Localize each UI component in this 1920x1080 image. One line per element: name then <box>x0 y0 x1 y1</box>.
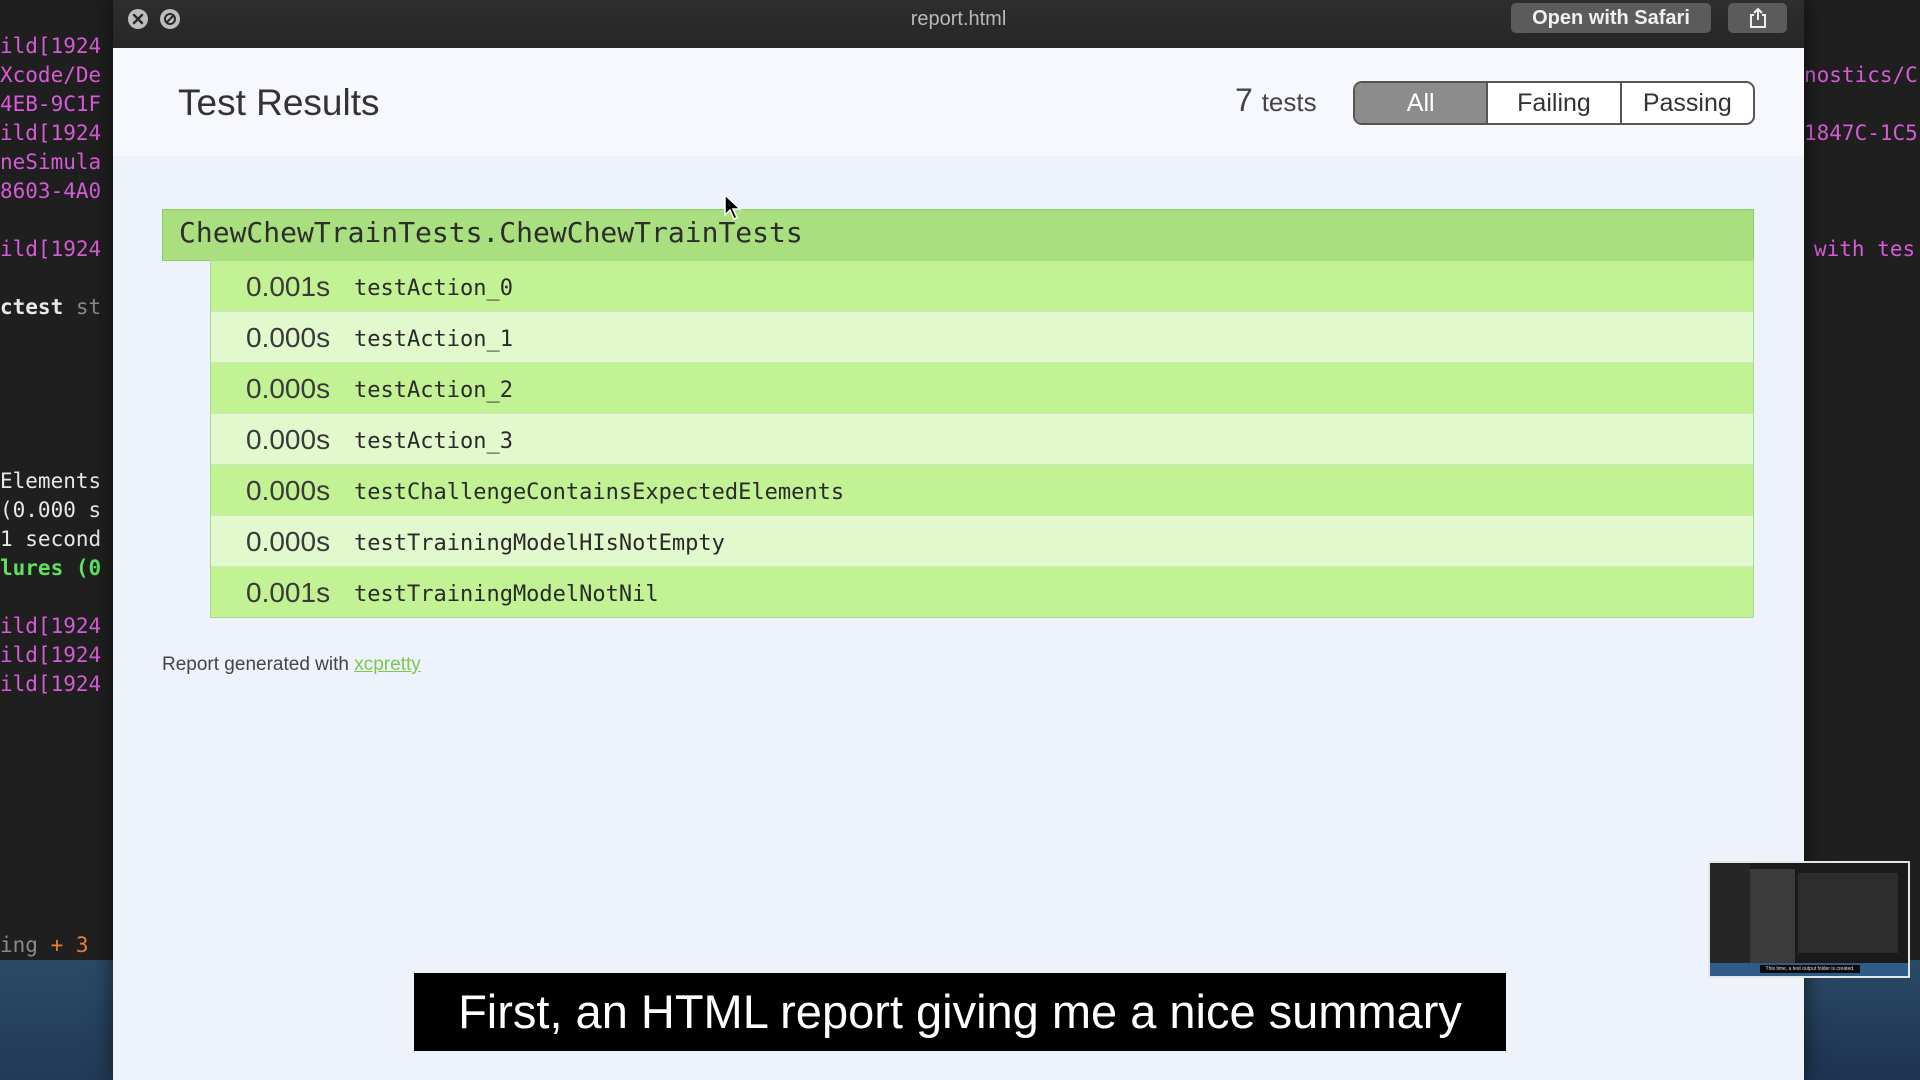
report-header: Test Results 7 tests All Failing Passing <box>113 48 1804 156</box>
xcpretty-link[interactable]: xcpretty <box>354 654 421 675</box>
test-row[interactable]: 0.000s testAction_1 <box>211 311 1753 362</box>
test-name: testChallengeContainsExpectedElements <box>354 480 845 505</box>
test-row[interactable]: 0.001s testTrainingModelNotNil <box>211 566 1753 617</box>
terminal-line: Elements <box>0 469 102 493</box>
screenshot-thumbnail[interactable]: This time, a test output folder is creat… <box>1708 861 1910 978</box>
filter-all-button[interactable]: All <box>1355 83 1487 123</box>
terminal-line: ild[1924 <box>0 237 102 261</box>
test-row[interactable]: 0.000s testAction_3 <box>211 413 1753 464</box>
filter-failing-button[interactable]: Failing <box>1486 83 1619 123</box>
terminal-line: 4EB-9C1F <box>0 92 102 116</box>
test-duration: 0.000s <box>246 322 331 353</box>
test-duration: 0.000s <box>246 424 331 455</box>
share-icon <box>1750 7 1766 28</box>
test-name: testAction_3 <box>354 429 513 454</box>
filter-passing-button[interactable]: Passing <box>1619 83 1753 123</box>
terminal-line: ild[1924 <box>0 121 102 145</box>
suite-name: ChewChewTrainTests.ChewChewTrainTests <box>179 216 803 249</box>
report-footer: Report generated with xcpretty <box>162 654 421 675</box>
test-row[interactable]: 0.001s testAction_0 <box>211 261 1753 311</box>
test-duration: 0.000s <box>246 475 331 506</box>
page-title: Test Results <box>178 82 380 123</box>
terminal-line: nostics/C <box>1804 63 1918 87</box>
background-terminal-left: ild[1924 Xcode/De 4EB-9C1F ild[1924 neSi… <box>0 0 113 1080</box>
terminal-line: ild[1924 <box>0 34 102 58</box>
terminal-line: ing + 3 <box>0 933 89 957</box>
quicklook-window: report.html Open with Safari Test Result… <box>113 0 1804 1080</box>
terminal-line: 8603-4A0 <box>0 179 102 203</box>
test-count: 7 tests <box>1235 82 1317 118</box>
terminal-line: (0.000 s <box>0 498 102 522</box>
terminal-line: with tes <box>1814 237 1916 261</box>
test-name: testTrainingModelNotNil <box>354 582 659 607</box>
desktop-background <box>0 960 113 1080</box>
terminal-line: ild[1924 <box>0 643 102 667</box>
test-name: testAction_2 <box>354 378 513 403</box>
terminal-line: ild[1924 <box>0 614 102 638</box>
test-suite-header[interactable]: ChewChewTrainTests.ChewChewTrainTests <box>162 209 1754 261</box>
test-name: testAction_0 <box>354 276 513 301</box>
thumbnail-caption: This time, a test output folder is creat… <box>1760 965 1860 973</box>
window-titlebar: report.html Open with Safari <box>113 0 1804 48</box>
test-duration: 0.000s <box>246 373 331 404</box>
test-name: testTrainingModelHIsNotEmpty <box>354 531 725 556</box>
test-row[interactable]: 0.000s testTrainingModelHIsNotEmpty <box>211 515 1753 566</box>
test-duration: 0.000s <box>246 526 331 557</box>
test-duration: 0.001s <box>246 577 331 608</box>
test-duration: 0.001s <box>246 271 331 302</box>
desktop-background <box>1804 960 1920 1080</box>
test-name: testAction_1 <box>354 327 513 352</box>
test-row[interactable]: 0.000s testChallengeContainsExpectedElem… <box>211 464 1753 515</box>
test-row[interactable]: 0.000s testAction_2 <box>211 362 1753 413</box>
terminal-line: neSimula <box>0 150 102 174</box>
terminal-line: lures (0 <box>0 556 102 580</box>
terminal-line: ild[1924 <box>0 672 102 696</box>
terminal-line: 1847C-1C5 <box>1804 121 1918 145</box>
share-button[interactable] <box>1728 3 1787 33</box>
terminal-line: Xcode/De <box>0 63 102 87</box>
filter-segmented-control: All Failing Passing <box>1353 81 1755 125</box>
video-subtitle: First, an HTML report giving me a nice s… <box>414 973 1506 1051</box>
mouse-cursor-icon <box>724 194 742 221</box>
terminal-line: ctest st <box>0 295 102 319</box>
open-with-safari-button[interactable]: Open with Safari <box>1511 3 1711 33</box>
test-list: 0.001s testAction_0 0.000s testAction_1 … <box>210 260 1754 618</box>
terminal-line: 1 second <box>0 527 102 551</box>
